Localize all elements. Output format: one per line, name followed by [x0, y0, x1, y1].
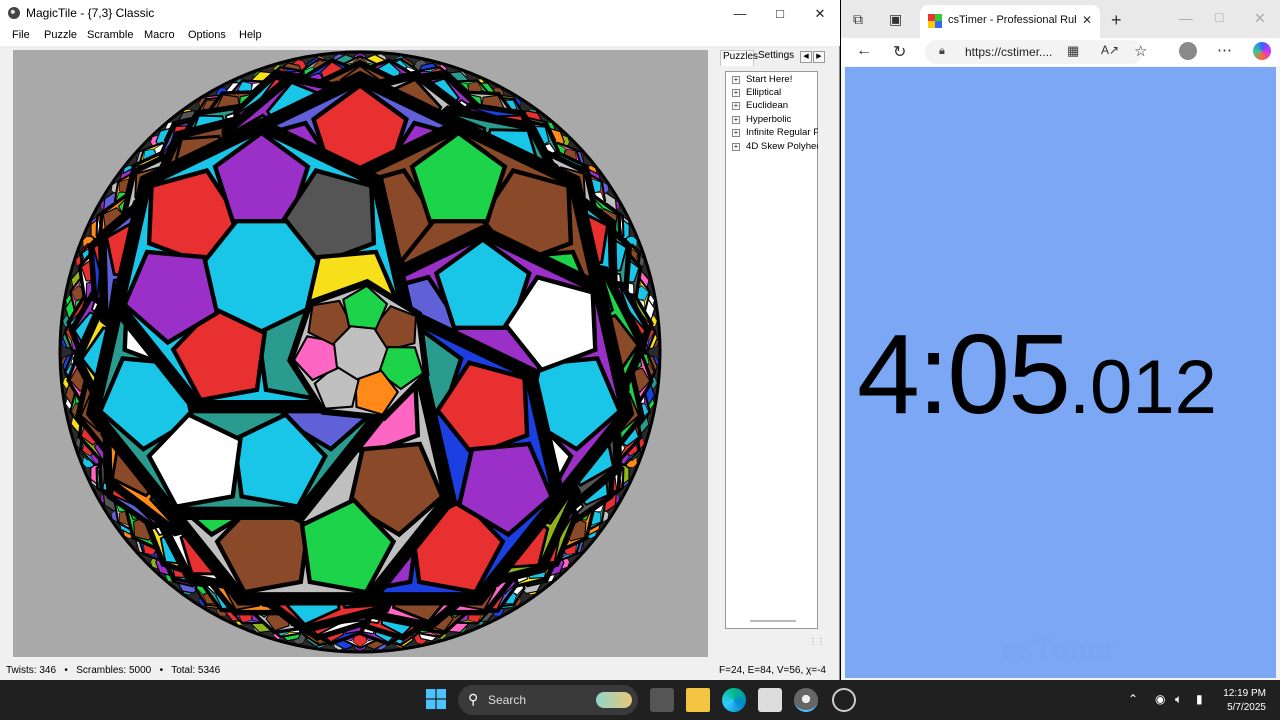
- tree-item-hyperbolic[interactable]: + Hyperbolic: [726, 114, 818, 127]
- menu-scramble[interactable]: Scramble: [87, 29, 133, 41]
- menu-help[interactable]: Help: [239, 29, 262, 41]
- cstimer-page[interactable]: 4:05.012 csTimer: [845, 67, 1276, 678]
- more-options-icon[interactable]: ⋯: [1217, 41, 1232, 59]
- window-title: MagicTile - {7,3} Classic: [26, 6, 155, 20]
- maximize-icon[interactable]: □: [760, 0, 800, 27]
- menu-file[interactable]: File: [12, 29, 30, 41]
- windows-start-icon[interactable]: [426, 689, 446, 709]
- url-text[interactable]: https://cstimer....: [965, 45, 1052, 59]
- menu-macro[interactable]: Macro: [144, 29, 175, 41]
- tab-scroll-right-icon[interactable]: ▶: [813, 51, 825, 63]
- maximize-icon[interactable]: □: [1215, 9, 1223, 25]
- new-tab-icon[interactable]: +: [1111, 10, 1122, 31]
- minimize-icon[interactable]: —: [720, 0, 760, 27]
- expand-icon[interactable]: +: [732, 116, 740, 124]
- tree-item-4d-skew[interactable]: +4D Skew Polyhed: [726, 141, 818, 154]
- lock-icon[interactable]: 🔒︎: [939, 45, 945, 58]
- expand-icon[interactable]: +: [732, 143, 740, 151]
- close-icon[interactable]: ✕: [1254, 10, 1266, 27]
- menubar: File Puzzle Scramble Macro Options Help: [0, 27, 840, 46]
- search-highlight-icon: [596, 692, 632, 708]
- timer-app-icon[interactable]: [832, 688, 856, 712]
- app-available-icon[interactable]: ▦: [1067, 43, 1079, 59]
- magictile-taskbar-icon[interactable]: [794, 688, 818, 712]
- clock[interactable]: 12:19 PM 5/7/2025: [1223, 687, 1266, 715]
- refresh-icon[interactable]: ↻: [893, 42, 906, 62]
- tree-item-euclidean[interactable]: + Euclidean: [726, 100, 818, 113]
- clock-time: 12:19 PM: [1223, 688, 1266, 699]
- task-view-icon[interactable]: [650, 688, 674, 712]
- volume-icon[interactable]: 🔈︎: [1175, 692, 1182, 707]
- edge-browser-icon[interactable]: [722, 688, 746, 712]
- side-panel: Puzzles Settings ◀ ▶ + Start Here! + Ellip…: [716, 48, 828, 656]
- show-hidden-icons-icon[interactable]: ⌃: [1128, 692, 1138, 706]
- copilot-icon[interactable]: [1253, 42, 1271, 60]
- minimize-icon[interactable]: —: [1179, 10, 1193, 26]
- tab-close-icon[interactable]: ✕: [1082, 13, 1092, 27]
- profile-avatar[interactable]: [1179, 42, 1197, 60]
- back-icon[interactable]: ←: [856, 42, 872, 60]
- taskbar: ⚲ Search ⌃ ◉ 🔈︎ ▮ 12:19 PM 5/7/2025: [0, 680, 1280, 720]
- battery-icon[interactable]: ▮: [1196, 692, 1203, 706]
- tab-title: csTimer - Professional Rubik: [948, 14, 1076, 26]
- timer-milliseconds: .012: [1068, 345, 1217, 430]
- search-icon: ⚲: [468, 691, 479, 707]
- taskbar-search[interactable]: ⚲ Search: [458, 685, 638, 715]
- magictile-window: MagicTile - {7,3} Classic — □ ✕ File Puz…: [0, 0, 840, 680]
- hyperbolic-puzzle-disk[interactable]: [13, 50, 708, 657]
- read-aloud-icon[interactable]: A↗: [1101, 43, 1119, 57]
- expand-icon[interactable]: +: [732, 76, 740, 84]
- tab-settings[interactable]: Settings: [758, 50, 794, 66]
- twist-counts: Twists: 346 • Scrambles: 5000 • Total: 5…: [6, 665, 221, 676]
- tree-item-infinite-regular[interactable]: + Infinite Regular Po: [726, 127, 818, 140]
- tree-scrollbar[interactable]: [750, 620, 796, 622]
- menu-puzzle[interactable]: Puzzle: [44, 29, 77, 41]
- close-icon[interactable]: ✕: [800, 0, 840, 27]
- search-label: Search: [488, 693, 527, 707]
- favorite-star-icon[interactable]: ☆: [1134, 42, 1147, 60]
- puzzle-canvas[interactable]: [13, 50, 708, 657]
- tree-item-start-here[interactable]: + Start Here!: [726, 74, 818, 87]
- menu-options[interactable]: Options: [188, 29, 226, 41]
- clock-date: 5/7/2025: [1227, 702, 1266, 713]
- resize-grip-icon[interactable]: ⋮⋮: [809, 637, 825, 647]
- browser-toolbar: ← ↻ 🔒︎ https://cstimer.... ▦ A↗ ☆ ⋯: [841, 38, 1280, 66]
- magictile-titlebar: MagicTile - {7,3} Classic — □ ✕: [0, 0, 840, 27]
- snipping-tool-icon[interactable]: [758, 688, 782, 712]
- tree-item-elliptical[interactable]: + Elliptical: [726, 87, 818, 100]
- timer-minutes-seconds: 4:05: [857, 311, 1071, 437]
- expand-icon[interactable]: +: [732, 129, 740, 137]
- browser-window: ⧉ ▣ csTimer - Professional Rubik ✕ + — □…: [841, 0, 1280, 680]
- browser-tab-cstimer[interactable]: csTimer - Professional Rubik ✕: [920, 5, 1100, 38]
- tab-scroll-left-icon[interactable]: ◀: [800, 51, 812, 63]
- timer-display[interactable]: 4:05.012: [857, 309, 1217, 439]
- tab-strip: ⧉ ▣ csTimer - Professional Rubik ✕ + — □…: [841, 0, 1280, 38]
- topology-info: F=24, E=84, V=56, χ=-4: [719, 665, 826, 676]
- magictile-app-icon: [8, 7, 20, 19]
- cstimer-watermark: csTimer: [1001, 633, 1116, 666]
- wifi-icon[interactable]: ◉: [1155, 692, 1165, 706]
- puzzle-tree[interactable]: + Start Here! + Elliptical + Euclidean + Hyp…: [725, 71, 818, 629]
- expand-icon[interactable]: +: [732, 102, 740, 110]
- file-explorer-icon[interactable]: [686, 688, 710, 712]
- tab-puzzles[interactable]: Puzzles: [720, 50, 758, 66]
- workspaces-icon[interactable]: ⧉: [853, 11, 863, 28]
- status-bar: Twists: 346 • Scrambles: 5000 • Total: 5…: [0, 662, 840, 680]
- tab-actions-icon[interactable]: ▣: [889, 11, 902, 28]
- expand-icon[interactable]: +: [732, 89, 740, 97]
- cstimer-favicon-icon: [928, 14, 942, 28]
